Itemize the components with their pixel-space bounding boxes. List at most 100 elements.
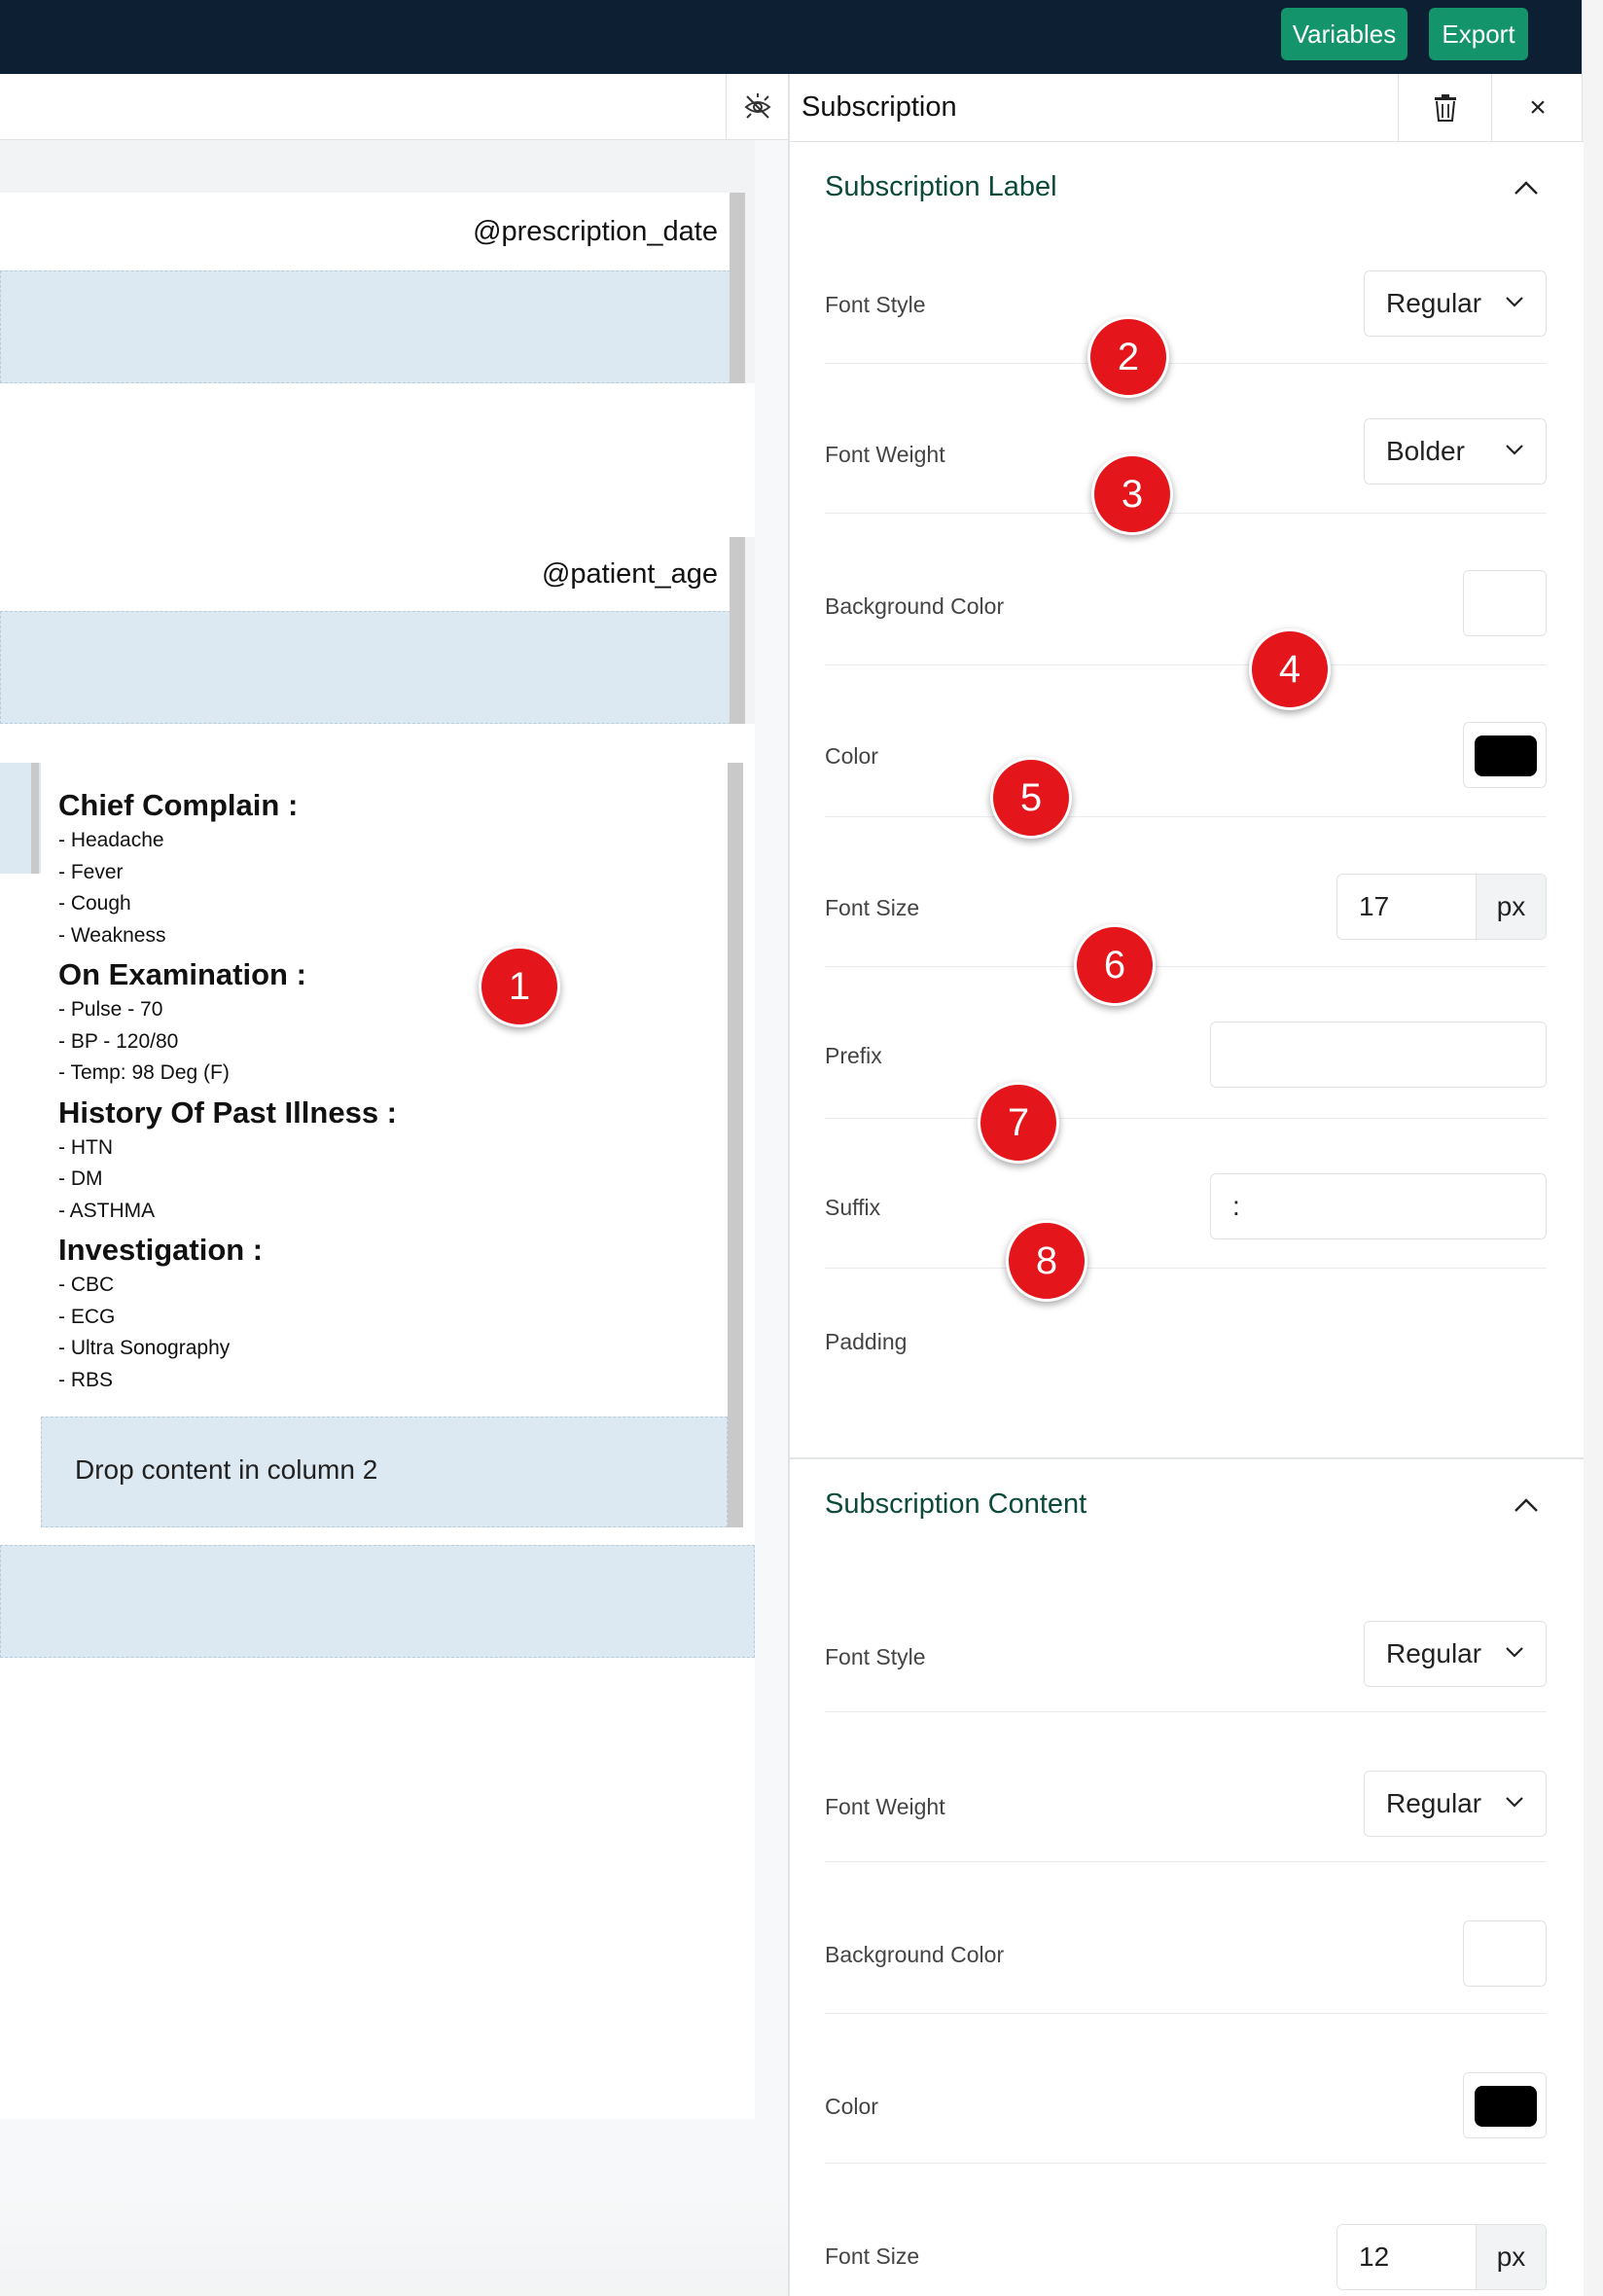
- preview-toggle-button[interactable]: [726, 74, 788, 140]
- prefix-row: Prefix: [825, 967, 1547, 1119]
- subscription-label-section: Subscription Label Font Style Regular Fo…: [790, 142, 1584, 1457]
- column-resize-handle[interactable]: [31, 763, 39, 874]
- panel-header: Subscription ×: [790, 74, 1584, 142]
- list-item: - RBS: [58, 1368, 114, 1391]
- color-label: Color: [825, 743, 878, 769]
- font-size-label: Font Size: [825, 2243, 920, 2269]
- color-label: Color: [825, 2094, 878, 2119]
- color-swatch-fill: [1475, 735, 1537, 776]
- prefix-input[interactable]: [1210, 1022, 1547, 1088]
- font-weight-label: Font Weight: [825, 442, 945, 467]
- callout-marker: 1: [479, 946, 560, 1027]
- font-weight-row: Font Weight Bolder: [825, 364, 1547, 514]
- callout-marker: 8: [1006, 1220, 1087, 1302]
- panel-title: Subscription: [802, 91, 957, 123]
- export-button[interactable]: Export: [1429, 8, 1528, 60]
- callout-marker: 3: [1091, 453, 1173, 535]
- list-item: - CBC: [58, 1274, 115, 1296]
- font-size-input[interactable]: 12 px: [1336, 2224, 1547, 2290]
- drop-zone[interactable]: [0, 1545, 755, 1658]
- font-style-select[interactable]: Regular: [1364, 1621, 1547, 1687]
- delete-button[interactable]: [1398, 74, 1491, 142]
- color-swatch[interactable]: [1463, 2072, 1547, 2138]
- list-item: - Pulse - 70: [58, 998, 163, 1021]
- font-size-label: Font Size: [825, 895, 920, 920]
- chevron-down-icon: [1506, 1797, 1523, 1808]
- font-style-label: Font Style: [825, 292, 926, 317]
- subscription-content-section: Subscription Content Font Style Regular …: [790, 1459, 1584, 2296]
- callout-marker: 5: [990, 757, 1072, 839]
- callout-marker: 4: [1249, 628, 1331, 710]
- font-style-row: Font Style Regular: [825, 245, 1547, 364]
- background-color-swatch[interactable]: [1463, 1920, 1547, 1987]
- section-title: On Examination :: [58, 957, 306, 991]
- drop-zone[interactable]: [0, 270, 745, 383]
- background-color-row: Background Color: [825, 1862, 1547, 2014]
- padding-label: Padding: [825, 1329, 908, 1354]
- color-swatch-fill: [1475, 2086, 1537, 2127]
- section-title: Investigation :: [58, 1233, 264, 1267]
- suffix-row: Suffix :: [825, 1119, 1547, 1269]
- section-on-examination: On Examination : - Pulse - 70 - BP - 120…: [58, 955, 728, 1090]
- chevron-down-icon: [1506, 1647, 1523, 1658]
- background-color-label: Background Color: [825, 593, 1005, 619]
- section-title: History Of Past Illness :: [58, 1094, 397, 1130]
- font-style-select[interactable]: Regular: [1364, 270, 1547, 337]
- font-size-value: 12: [1359, 2242, 1390, 2272]
- suffix-input[interactable]: :: [1210, 1173, 1547, 1239]
- background-color-swatch[interactable]: [1463, 570, 1547, 636]
- font-style-value: Regular: [1386, 288, 1482, 318]
- canvas-toolbar: [0, 74, 788, 140]
- drop-column-2[interactable]: Drop content in column 2: [41, 1417, 728, 1527]
- chevron-down-icon: [1506, 445, 1523, 455]
- chevron-up-icon[interactable]: [1514, 1492, 1539, 1518]
- chevron-up-icon[interactable]: [1514, 175, 1539, 200]
- window-edge-scrollbar[interactable]: [1582, 0, 1603, 2296]
- list-item: - Ultra Sonography: [58, 1337, 231, 1359]
- font-weight-value: Regular: [1386, 1788, 1482, 1818]
- prescription-date-field[interactable]: @prescription_date: [0, 193, 745, 270]
- prefix-label: Prefix: [825, 1043, 882, 1068]
- section-heading[interactable]: Subscription Label: [825, 171, 1057, 203]
- font-size-row: Font Size 17 px: [825, 817, 1547, 967]
- section-history-of-past-illness: History Of Past Illness : - HTN - DM - A…: [58, 1094, 728, 1228]
- canvas-bottom-fade: [0, 2195, 788, 2296]
- background-color-row: Background Color: [825, 514, 1547, 665]
- close-button[interactable]: ×: [1491, 74, 1584, 142]
- subscription-content-block[interactable]: Chief Complain : - Headache - Fever - Co…: [41, 763, 728, 1396]
- list-item: - BP - 120/80: [58, 1029, 179, 1053]
- drop-zone[interactable]: [0, 611, 745, 724]
- row-resize-handle[interactable]: [730, 193, 745, 383]
- color-swatch[interactable]: [1463, 722, 1547, 788]
- font-weight-select[interactable]: Bolder: [1364, 418, 1547, 484]
- list-item: - Fever: [58, 860, 124, 883]
- list-item: - Weakness: [58, 923, 166, 947]
- close-icon: ×: [1529, 91, 1547, 124]
- document-blank-area: [0, 1658, 755, 2119]
- row-resize-handle[interactable]: [730, 537, 745, 724]
- trash-icon: [1434, 94, 1456, 122]
- column-resize-handle[interactable]: [728, 763, 743, 1527]
- document-canvas: @prescription_date @patient_age Chief Co…: [0, 74, 788, 2296]
- properties-panel: Subscription × Subscription Label Font S…: [788, 74, 1584, 2296]
- font-size-input[interactable]: 17 px: [1336, 874, 1547, 940]
- list-item: - HTN: [58, 1135, 113, 1159]
- section-heading[interactable]: Subscription Content: [825, 1489, 1086, 1521]
- suffix-label: Suffix: [825, 1195, 881, 1220]
- spacer: [0, 724, 755, 763]
- patient-age-field[interactable]: @patient_age: [0, 537, 745, 611]
- font-weight-label: Font Weight: [825, 1794, 945, 1819]
- padding-row: Padding: [825, 1269, 1547, 1424]
- chevron-down-icon: [1506, 297, 1523, 307]
- hidden-eye-icon: [743, 93, 771, 119]
- font-style-label: Font Style: [825, 1644, 926, 1669]
- list-item: - ASTHMA: [58, 1199, 156, 1222]
- font-style-value: Regular: [1386, 1638, 1482, 1668]
- font-weight-value: Bolder: [1386, 436, 1465, 466]
- list-item: - ECG: [58, 1305, 116, 1328]
- font-size-unit: px: [1476, 2225, 1546, 2289]
- font-weight-row: Font Weight Regular: [825, 1712, 1547, 1862]
- variables-button[interactable]: Variables: [1281, 8, 1407, 60]
- background-color-label: Background Color: [825, 1942, 1005, 1967]
- font-weight-select[interactable]: Regular: [1364, 1771, 1547, 1837]
